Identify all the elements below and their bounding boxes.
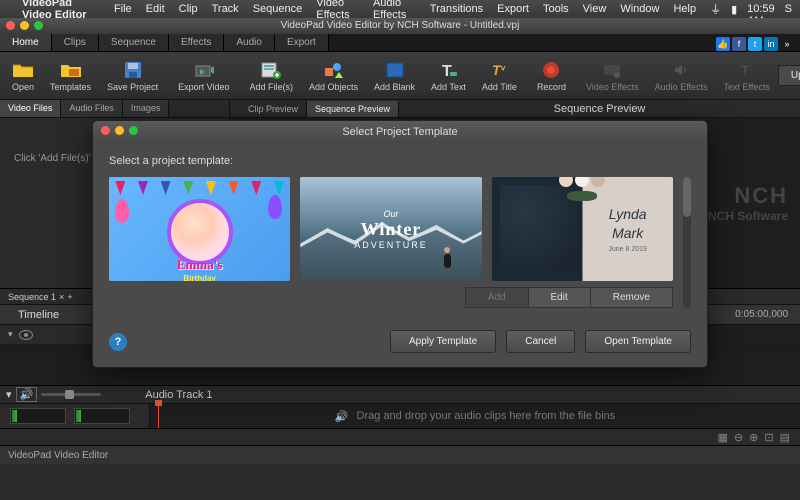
eye-icon[interactable] — [19, 330, 33, 340]
modal-maximize-button[interactable] — [129, 126, 138, 135]
audio-track-header[interactable] — [0, 404, 150, 428]
window-titlebar: VideoPad Video Editor by NCH Software - … — [0, 18, 800, 34]
template-birthday[interactable]: Emma's Birthday — [109, 177, 290, 281]
modal-titlebar: Select Project Template — [93, 121, 707, 143]
template-winter[interactable]: Our Winter ADVENTURE — [300, 177, 481, 281]
svg-text:T: T — [741, 63, 749, 78]
audio-effects-button[interactable]: Audio Effects — [647, 57, 716, 94]
zoom-fit-icon[interactable]: ⊡ — [764, 431, 773, 444]
audio-track-label: Audio Track 1 — [145, 389, 212, 401]
remove-template-button[interactable]: Remove — [591, 287, 673, 308]
add-files-button[interactable]: Add File(s) — [241, 57, 301, 94]
menu-sequence[interactable]: Sequence — [253, 3, 303, 15]
filetab-images[interactable]: Images — [123, 100, 170, 117]
menu-track[interactable]: Track — [212, 3, 239, 15]
filetab-audio[interactable]: Audio Files — [61, 100, 123, 117]
open-button[interactable]: Open — [4, 57, 42, 94]
menu-window[interactable]: Window — [620, 3, 659, 15]
tab-export[interactable]: Export — [275, 34, 329, 51]
playhead-audio[interactable] — [158, 404, 159, 428]
apply-template-button[interactable]: Apply Template — [390, 330, 496, 353]
export-video-button[interactable]: Export Video — [170, 57, 237, 94]
volume-slider[interactable] — [41, 393, 101, 396]
storyboard-icon[interactable]: ▦ — [718, 431, 728, 444]
zoom-in-icon[interactable]: ⊕ — [749, 431, 758, 444]
social-links: 👍 f t in » — [716, 37, 800, 51]
menu-file[interactable]: File — [114, 3, 132, 15]
nch-watermark: NCH NCH Software — [708, 183, 800, 223]
menu-tools[interactable]: Tools — [543, 3, 569, 15]
modal-close-button[interactable] — [101, 126, 110, 135]
chevron-icon[interactable]: » — [780, 37, 794, 51]
save-project-button[interactable]: Save Project — [99, 57, 166, 94]
menu-transitions[interactable]: Transitions — [430, 3, 483, 15]
settings-icon[interactable]: ▤ — [780, 431, 790, 444]
speaker-icon[interactable]: 🔊 — [16, 387, 38, 402]
tab-effects[interactable]: Effects — [169, 34, 224, 51]
menu-export[interactable]: Export — [497, 3, 529, 15]
menu-view[interactable]: View — [583, 3, 607, 15]
previewtab-sequence[interactable]: Sequence Preview — [307, 101, 399, 117]
open-template-button[interactable]: Open Template — [585, 330, 691, 353]
svg-text:T: T — [492, 62, 502, 78]
close-tab-icon[interactable]: × — [59, 292, 64, 302]
tab-home[interactable]: Home — [0, 34, 52, 51]
template-modal: Select Project Template Select a project… — [92, 120, 708, 368]
traffic-lights — [6, 21, 43, 30]
template-wedding[interactable]: LyndaMark June 8 2019 — [492, 177, 673, 281]
thumbsup-icon[interactable]: 👍 — [716, 37, 730, 51]
window-title: VideoPad Video Editor by NCH Software - … — [281, 20, 520, 31]
upgrade-button[interactable]: Upgrade — [778, 65, 800, 86]
mac-menubar: VideoPad Video Editor File Edit Clip Tra… — [0, 0, 800, 18]
facebook-icon[interactable]: f — [732, 37, 746, 51]
edit-template-button[interactable]: Edit — [529, 287, 591, 308]
menu-help[interactable]: Help — [673, 3, 696, 15]
maximize-window-button[interactable] — [34, 21, 43, 30]
template-list: Emma's Birthday Our Winter ADVENTURE — [109, 177, 673, 281]
menu-clip[interactable]: Clip — [179, 3, 198, 15]
add-text-button[interactable]: TAdd Text — [423, 57, 474, 94]
record-button[interactable]: Record — [529, 57, 574, 94]
template-scrollbar[interactable] — [683, 177, 691, 308]
preview-title: Sequence Preview — [399, 103, 800, 115]
add-tab-icon[interactable]: + — [67, 292, 72, 302]
tab-clips[interactable]: Clips — [52, 34, 99, 51]
add-title-button[interactable]: TAdd Title — [474, 57, 525, 94]
menu-edit[interactable]: Edit — [146, 3, 165, 15]
audio-meter — [74, 408, 130, 424]
add-objects-button[interactable]: Add Objects — [301, 57, 366, 94]
audio-track-body[interactable]: 🔊 Drag and drop your audio clips here fr… — [150, 404, 800, 428]
previewtab-clip[interactable]: Clip Preview — [240, 101, 307, 117]
cancel-button[interactable]: Cancel — [506, 330, 575, 353]
video-effects-button[interactable]: Video Effects — [578, 57, 647, 94]
help-icon[interactable]: ? — [109, 333, 127, 351]
zoom-out-icon[interactable]: ⊖ — [734, 431, 743, 444]
search-icon[interactable]: S — [785, 3, 792, 15]
battery-icon[interactable]: ▮ — [731, 3, 737, 16]
text-effects-button[interactable]: TText Effects — [716, 57, 778, 94]
tab-audio[interactable]: Audio — [224, 34, 275, 51]
timeline-tools: ▦ ⊖ ⊕ ⊡ ▤ — [0, 428, 800, 446]
add-blank-button[interactable]: Add Blank — [366, 57, 423, 94]
close-window-button[interactable] — [6, 21, 15, 30]
add-template-button[interactable]: Add — [465, 287, 529, 308]
ribbon-tabs: Home Clips Sequence Effects Audio Export… — [0, 34, 800, 52]
templates-button[interactable]: Templates — [42, 57, 99, 94]
statusbar: VideoPad Video Editor — [0, 446, 800, 464]
tab-sequence[interactable]: Sequence — [99, 34, 169, 51]
linkedin-icon[interactable]: in — [764, 37, 778, 51]
twitter-icon[interactable]: t — [748, 37, 762, 51]
audio-meter — [10, 408, 66, 424]
svg-text:T: T — [442, 63, 452, 80]
wifi-icon[interactable]: ⏚ — [710, 1, 721, 17]
main-toolbar: Open Templates Save Project Export Video… — [0, 52, 800, 100]
sequence-tab[interactable]: Sequence 1×+ — [0, 290, 81, 304]
audio-section: ▾ 🔊 Audio Track 1 🔊 Drag and drop your a… — [0, 385, 800, 428]
speaker-hint-icon: 🔊 — [335, 410, 349, 423]
modal-prompt: Select a project template: — [109, 155, 691, 167]
filetab-video[interactable]: Video Files — [0, 100, 61, 117]
minimize-window-button[interactable] — [20, 21, 29, 30]
modal-minimize-button[interactable] — [115, 126, 124, 135]
